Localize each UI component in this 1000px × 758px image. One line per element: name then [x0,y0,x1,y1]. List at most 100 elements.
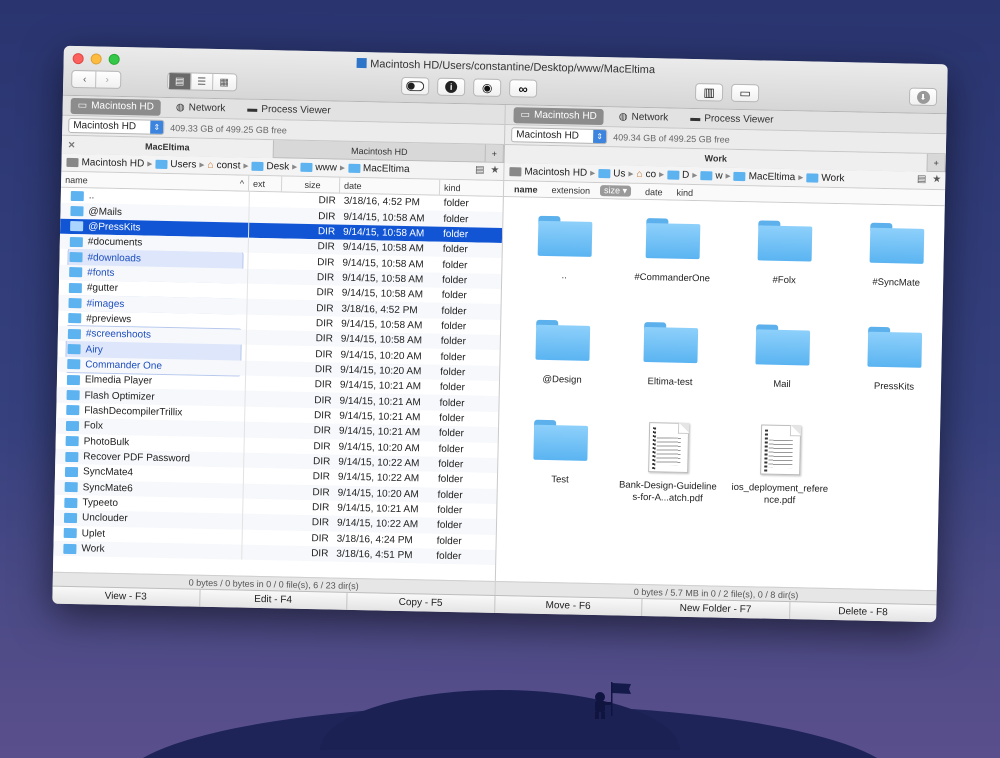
right-add-tab-button[interactable]: + [927,153,946,173]
breadcrumb-item[interactable]: Desk [251,161,289,173]
toggle-hidden-files-button[interactable] [400,76,430,96]
downloads-button[interactable]: ⬇ [908,87,938,107]
row-size-cell: DIR [313,410,332,422]
quick-view-button[interactable]: ◉ [472,78,502,97]
folder-item[interactable]: #SyncMate [846,222,947,290]
list-view-icon[interactable]: ▤ [169,73,192,90]
icon-view-icon[interactable]: ▦ [213,74,235,90]
pdf-file-item[interactable]: Bank-Design-Guidelines-for-A...atch.pdf [617,422,719,506]
left-add-tab-button[interactable]: + [485,144,504,164]
folder-item[interactable]: @Design [512,319,613,387]
folder-icon [643,322,699,364]
column-header-kind[interactable]: kind [440,180,503,196]
sort-ascending-icon: ^ [239,178,245,189]
folder-item[interactable]: #Folx [734,220,835,288]
sort-by-size[interactable]: size ▾ [599,185,632,197]
astronaut-flag-illustration [595,682,631,719]
row-kind-cell: folder [437,489,463,501]
binoculars-icon: ∞ [518,80,528,97]
row-name-cell: Elmedia Player [57,374,245,389]
breadcrumb-item[interactable]: w [700,170,723,182]
sort-by-extension[interactable]: extension [547,182,590,198]
view-f3-button[interactable]: View - F3 [52,586,201,607]
get-info-button[interactable]: i [436,77,466,97]
copy-f5-button[interactable]: Copy - F5 [347,592,496,613]
breadcrumb-item[interactable]: ⌂ co [636,169,656,180]
folder-item[interactable]: Test [510,419,611,487]
forward-button[interactable]: › [96,71,118,87]
pane-menu-icon[interactable]: ▤ [475,164,485,175]
column-header-ext[interactable]: ext [248,175,283,192]
folder-item[interactable]: .. [514,215,615,283]
folder-icon [70,221,84,232]
folder-icon [68,282,82,293]
search-button[interactable]: ∞ [508,79,538,98]
close-tab-icon[interactable]: ✕ [68,139,76,150]
right-location-network[interactable]: ◍ Network [612,109,676,126]
breadcrumb-item[interactable]: MacEltima [733,171,795,183]
home-icon: ⌂ [636,168,643,180]
folder-item[interactable]: #CommanderOne [622,218,723,286]
left-location-network[interactable]: ◍ Network [169,100,233,117]
folder-icon [66,374,81,386]
row-size-cell: DIR [313,440,331,453]
folder-icon [537,215,593,257]
pdf-file-item[interactable]: ios_deployment_reference.pdf [729,424,831,508]
row-size-cell: DIR [314,394,332,407]
sort-by-name[interactable]: name [510,181,538,197]
row-ext-cell [246,299,280,316]
left-drive-select[interactable]: Macintosh HD ⇕ [68,117,165,135]
breadcrumb-item[interactable]: Users [155,159,197,171]
edit-f4-button[interactable]: Edit - F4 [199,589,348,610]
favorites-star-icon[interactable]: ★ [490,165,499,176]
left-location-process-viewer[interactable]: ▬ Process Viewer [240,101,338,119]
folder-item[interactable]: Mail [732,324,833,392]
sort-by-date[interactable]: date [641,184,663,199]
right-drive-select[interactable]: Macintosh HD ⇕ [511,127,608,145]
column-header-date[interactable]: date [339,177,441,195]
folder-icon [755,324,811,366]
sort-by-kind[interactable]: kind [672,185,694,200]
chevron-updown-icon: ⇕ [593,128,607,145]
row-name-cell: .. [61,190,249,205]
breadcrumb-item[interactable]: Work [806,172,845,184]
row-ext-cell [244,375,279,392]
right-pane-tools: ▤ ★ [917,174,942,186]
breadcrumb-item[interactable]: www [300,162,337,174]
pdf-document-icon [648,422,690,473]
row-ext-cell [247,237,281,254]
favorites-star-icon[interactable]: ★ [932,174,941,185]
row-ext-cell [248,207,282,224]
delete-f8-button[interactable]: Delete - F8 [790,602,937,622]
folder-item[interactable]: PressKits [844,326,945,394]
new-folder-f7-button[interactable]: New Folder - F7 [642,599,790,620]
right-location-macintosh-hd[interactable]: ▭ Macintosh HD [513,106,605,125]
breadcrumb-item[interactable]: Macintosh HD [509,166,587,179]
split-view-button[interactable]: ▥ [694,83,724,102]
row-kind-cell: folder [439,397,465,409]
row-name-cell: Flash Optimizer [57,389,245,404]
breadcrumb-item[interactable]: Us [598,168,626,180]
row-kind-cell: folder [441,320,467,333]
folder-item[interactable]: Eltima-test [620,322,721,390]
column-header-size[interactable]: size [281,176,341,193]
left-location-macintosh-hd[interactable]: ▭ Macintosh HD [70,97,162,116]
back-button[interactable]: ‹ [74,71,97,88]
breadcrumb-item[interactable]: ⌂ const [207,160,240,172]
folder-icon [64,497,78,508]
right-location-process-viewer[interactable]: ▬ Process Viewer [683,110,781,128]
folder-icon [67,359,81,370]
connect-server-button[interactable]: ▭ [730,83,760,103]
row-date-cell: 9/14/15, 10:58 AM [341,287,424,301]
detail-view-icon[interactable]: ☰ [191,73,214,90]
breadcrumb-item[interactable]: D [667,169,689,181]
row-ext-cell [243,421,278,438]
folder-icon [65,420,80,432]
row-size-cell: DIR [317,226,336,238]
row-size-cell: DIR [318,195,336,207]
breadcrumb-item[interactable]: Macintosh HD [66,157,144,170]
move-f6-button[interactable]: Move - F6 [494,595,643,617]
pane-menu-icon[interactable]: ▤ [917,174,927,185]
download-icon: ⬇ [916,90,930,104]
breadcrumb-item[interactable]: MacEltima [347,163,410,175]
